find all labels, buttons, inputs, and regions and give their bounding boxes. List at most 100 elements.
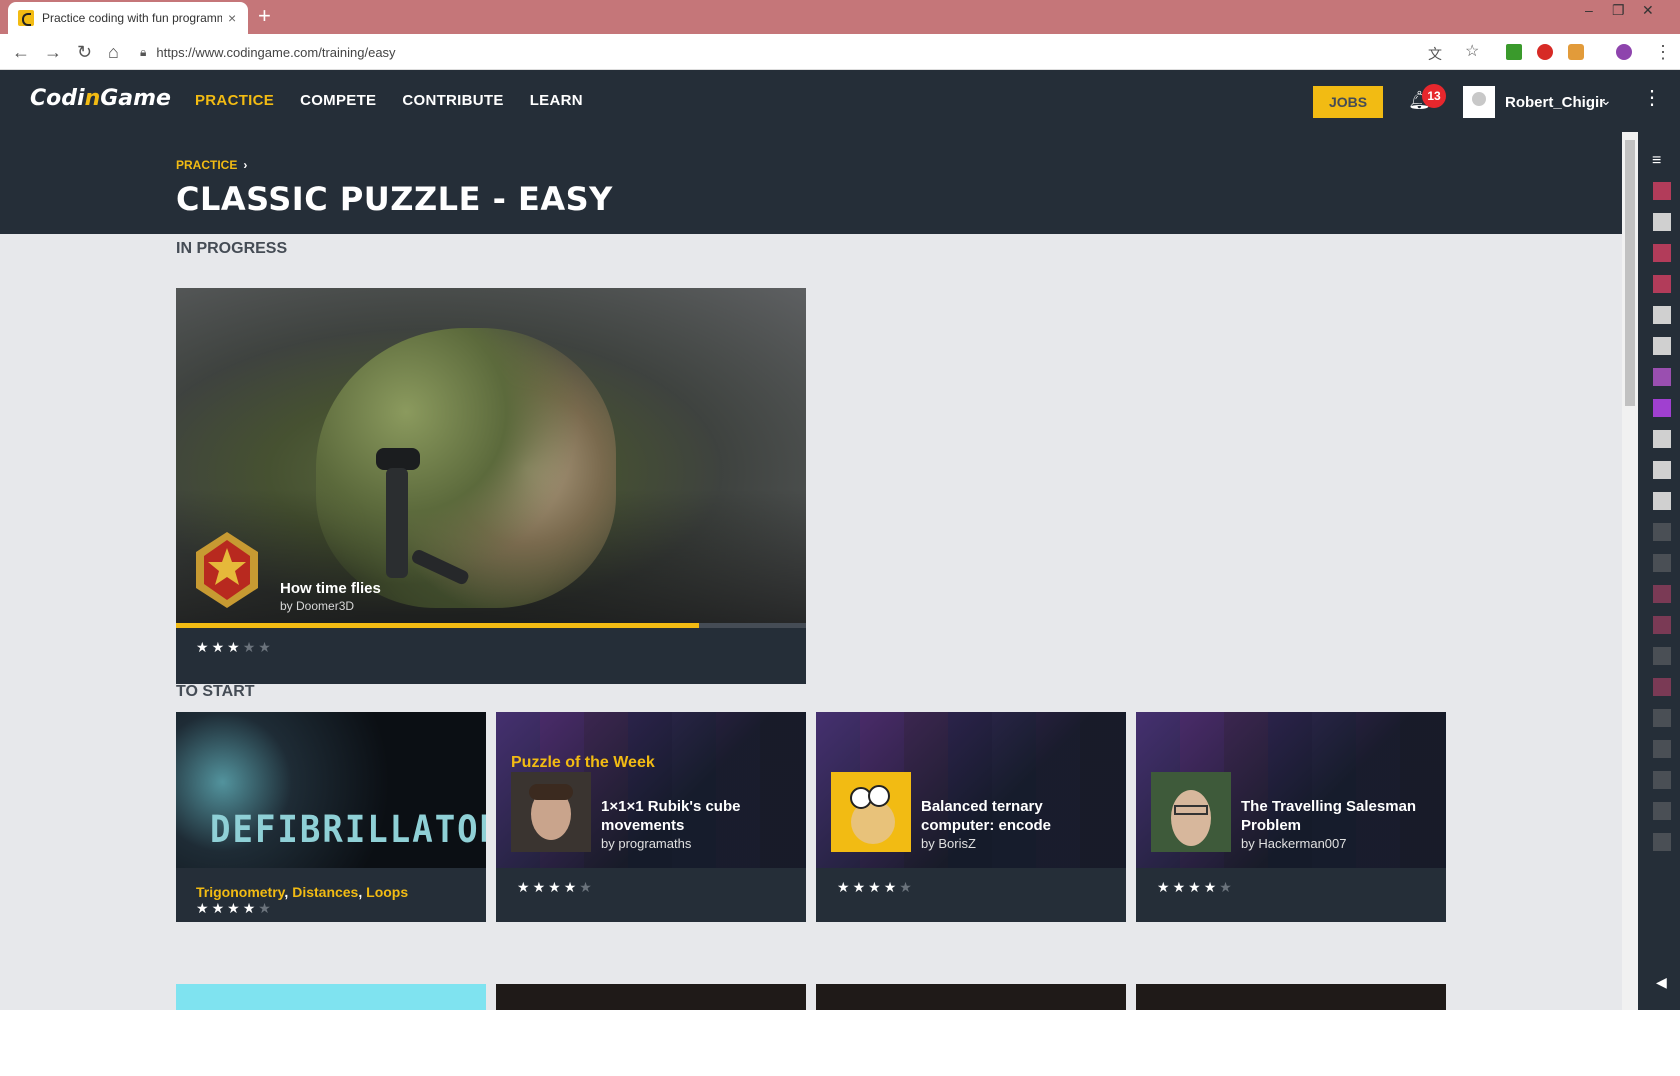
bookmark-star-icon[interactable]: ☆	[1465, 42, 1479, 62]
puzzle-name: Balanced ternary computer: encode	[921, 798, 1052, 834]
new-tab-button[interactable]: +	[258, 4, 271, 28]
sidebar-user-avatar-icon[interactable]	[1653, 771, 1671, 789]
star-icon: ★	[868, 879, 881, 895]
url-text: https://www.codingame.com/training/easy	[156, 44, 396, 60]
scrollbar-thumb[interactable]	[1625, 140, 1635, 406]
puzzle-card-travelling-salesman[interactable]: The Travelling Salesman Problem by Hacke…	[1136, 712, 1446, 922]
puzzle-of-the-week-label: Puzzle of the Week	[511, 754, 655, 771]
star-icon: ★	[579, 879, 592, 895]
star-icon: ★	[211, 639, 225, 655]
puzzle-name: How time flies	[280, 580, 381, 597]
sidebar-user-avatar-icon[interactable]	[1653, 585, 1671, 603]
star-icon: ★	[1203, 879, 1217, 895]
in-progress-puzzle-card[interactable]: How time flies by Doomer3D ★ ★ ★ ★ ★	[176, 288, 806, 684]
sidebar-user-avatar-icon[interactable]	[1653, 833, 1671, 851]
sidebar-user-avatar-icon[interactable]	[1653, 523, 1671, 541]
star-icon: ★	[258, 900, 271, 916]
star-icon: ★	[211, 900, 225, 916]
soviet-star-badge-icon	[196, 532, 258, 608]
star-icon: ★	[837, 879, 850, 895]
sidebar-user-avatar-icon[interactable]	[1653, 399, 1671, 417]
puzzle-progress-bar	[176, 623, 806, 628]
browser-menu-icon[interactable]: ⋮	[1654, 42, 1672, 62]
puzzle-card-partial[interactable]	[1136, 984, 1446, 1010]
browser-tab[interactable]: Practice coding with fun programming cha…	[8, 2, 248, 34]
sidebar-user-avatar-icon[interactable]	[1653, 430, 1671, 448]
notification-badge[interactable]: 13	[1422, 84, 1446, 108]
collapse-sidebar-icon[interactable]: ◀	[1656, 974, 1667, 991]
star-icon: ★	[196, 900, 209, 916]
close-tab-icon[interactable]: ×	[228, 10, 236, 26]
sidebar-user-avatar-icon[interactable]	[1653, 802, 1671, 820]
puzzle-card-rubiks[interactable]: Puzzle of the Week 1×1×1 Rubik's cube mo…	[496, 712, 806, 922]
jobs-button[interactable]: JOBS	[1313, 86, 1383, 118]
extension-icon[interactable]	[1568, 44, 1584, 60]
sidebar-user-avatar-icon[interactable]	[1653, 182, 1671, 200]
page-scrollbar[interactable]	[1622, 132, 1638, 1010]
download-extension-icon[interactable]	[1506, 44, 1522, 60]
breadcrumb[interactable]: PRACTICE ›	[176, 158, 247, 172]
puzzle-author: by programaths	[601, 836, 692, 851]
puzzle-card-partial[interactable]	[816, 984, 1126, 1010]
author-avatar	[511, 772, 591, 852]
nav-learn[interactable]: LEARN	[530, 92, 583, 109]
tag-link[interactable]: Trigonometry	[196, 884, 284, 900]
author-avatar	[831, 772, 911, 852]
sidebar-user-avatar-icon[interactable]	[1653, 678, 1671, 696]
more-menu-icon[interactable]: ⋮	[1642, 88, 1662, 108]
sidebar-user-avatar-icon[interactable]	[1653, 709, 1671, 727]
nav-practice[interactable]: PRACTICE	[195, 92, 274, 109]
sidebar-user-avatar-icon[interactable]	[1653, 368, 1671, 386]
puzzle-author: by Hackerman007	[1241, 836, 1347, 851]
sidebar-user-avatar-icon[interactable]	[1653, 492, 1671, 510]
sidebar-user-avatar-icon[interactable]	[1653, 244, 1671, 262]
puzzle-card-partial[interactable]	[496, 984, 806, 1010]
puzzle-author: by Doomer3D	[280, 599, 355, 613]
star-icon: ★	[548, 879, 561, 895]
puzzle-rating: ★ ★ ★ ★ ★	[1157, 880, 1232, 894]
browser-toolbar: ← → ↻ ⌂ 🔒︎ https://www.codingame.com/tra…	[0, 34, 1680, 70]
puzzle-card-partial[interactable]	[176, 984, 486, 1010]
profile-avatar-icon[interactable]	[1616, 44, 1632, 60]
nav-contribute[interactable]: CONTRIBUTE	[402, 92, 503, 109]
sidebar-user-avatar-icon[interactable]	[1653, 275, 1671, 293]
puzzle-cover-image: The Travelling Salesman Problem by Hacke…	[1136, 712, 1446, 868]
sidebar-user-avatar-icon[interactable]	[1653, 740, 1671, 758]
star-icon: ★	[1172, 879, 1186, 895]
sidebar-user-avatar-icon[interactable]	[1653, 461, 1671, 479]
puzzle-card-balanced-ternary[interactable]: Balanced ternary computer: encode by Bor…	[816, 712, 1126, 922]
username[interactable]: Robert_Chigir	[1505, 94, 1605, 111]
translate-icon[interactable]: 文	[1428, 44, 1442, 64]
sidebar-user-avatar-icon[interactable]	[1653, 213, 1671, 231]
star-icon: ★	[883, 879, 897, 895]
address-bar[interactable]: 🔒︎ https://www.codingame.com/training/ea…	[140, 39, 1480, 65]
close-window-icon[interactable]: ✕	[1642, 2, 1654, 19]
site-header: CodinGame PRACTICE COMPETE CONTRIBUTE LE…	[0, 70, 1680, 132]
chevron-down-icon[interactable]: ⌄	[1600, 92, 1612, 109]
page-title: CLASSIC PUZZLE - EASY	[176, 180, 613, 218]
forward-icon[interactable]: →	[44, 42, 62, 62]
sidebar-user-avatar-icon[interactable]	[1653, 554, 1671, 572]
minimize-icon[interactable]: –	[1585, 2, 1593, 18]
user-avatar[interactable]	[1463, 86, 1495, 118]
back-icon[interactable]: ←	[12, 42, 30, 62]
sidebar-user-avatar-icon[interactable]	[1653, 306, 1671, 324]
star-icon: ★	[899, 879, 912, 895]
restore-icon[interactable]: ❐	[1612, 2, 1625, 19]
reload-icon[interactable]: ↻	[77, 42, 92, 62]
sidebar-user-avatar-icon[interactable]	[1653, 647, 1671, 665]
tag-link[interactable]: Loops	[366, 884, 408, 900]
puzzle-rating: ★ ★ ★ ★ ★	[517, 880, 592, 894]
menu-lines-icon[interactable]: ≡	[1652, 152, 1661, 170]
codingame-logo[interactable]: CodinGame	[30, 86, 171, 111]
adblock-extension-icon[interactable]	[1537, 44, 1553, 60]
puzzle-card-defibrillators[interactable]: DEFIBRILLATORS Trigonometry, Distances, …	[176, 712, 486, 922]
star-icon: ★	[242, 900, 256, 916]
nav-compete[interactable]: COMPETE	[300, 92, 376, 109]
sidebar-user-avatar-icon[interactable]	[1653, 616, 1671, 634]
puzzle-name: The Travelling Salesman Problem	[1241, 798, 1417, 834]
sidebar-user-avatar-icon[interactable]	[1653, 337, 1671, 355]
home-icon[interactable]: ⌂	[108, 42, 119, 62]
puzzle-rating: ★ ★ ★ ★ ★	[196, 901, 271, 915]
tag-link[interactable]: Distances	[292, 884, 358, 900]
